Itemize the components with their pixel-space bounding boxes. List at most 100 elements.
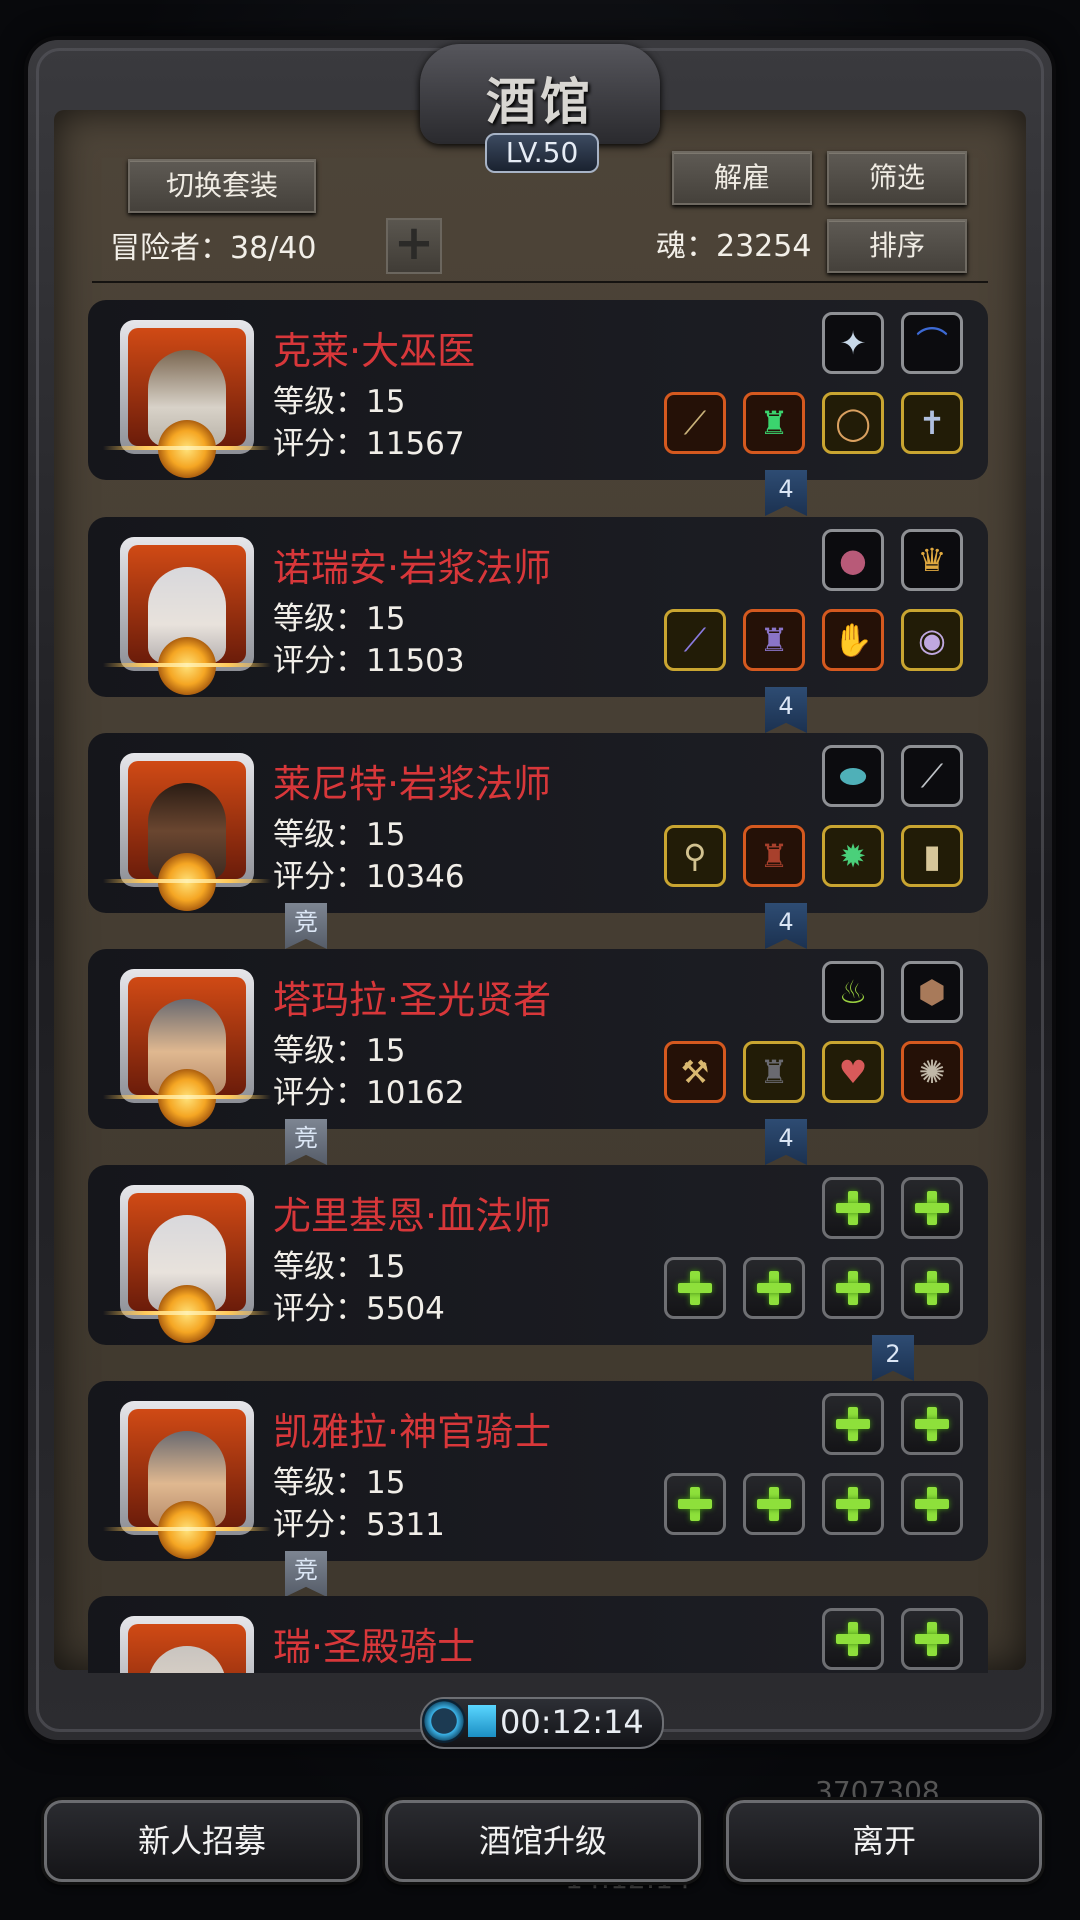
lantern-icon: ♨ [838, 973, 868, 1011]
hero-card[interactable]: 凯雅拉·神官骑士 等级：15 评分：5311 [88, 1381, 988, 1561]
ring-slot[interactable]: ◯ [822, 392, 884, 454]
set-count-tag: 4 [765, 1119, 807, 1165]
empty-equipment-slot[interactable] [743, 1473, 805, 1535]
eye-slot[interactable]: ◉ [901, 609, 963, 671]
empty-equipment-slot[interactable] [901, 1608, 963, 1670]
staff-slot[interactable]: ⟋ [664, 392, 726, 454]
robe-slot[interactable]: ♜ [743, 1041, 805, 1103]
header-divider [92, 281, 988, 283]
hero-level: 等级：15 [273, 601, 406, 637]
bracer-icon: ✹ [839, 837, 867, 875]
bow-slot[interactable]: ⌒ [901, 312, 963, 374]
recruit-button[interactable]: 新人招募 [44, 1800, 360, 1882]
bow-icon: ⌒ [915, 324, 948, 362]
add-icon [757, 1487, 791, 1521]
hero-card[interactable]: 莱尼特·岩浆法师 等级：15 评分：10346 ⬬ ⟋ ⚲ ♜ ✹ ▮ [88, 733, 988, 913]
hero-score: 评分：11567 [273, 426, 465, 462]
trophy-slot[interactable]: ♛ [901, 529, 963, 591]
switch-outfit-button[interactable]: 切换套装 [128, 159, 316, 213]
hero-score: 评分：11503 [273, 643, 465, 679]
shield-icon: ⬢ [918, 973, 946, 1011]
eye-icon: ◉ [918, 621, 946, 659]
add-icon [915, 1622, 949, 1656]
set-count-tag: 2 [872, 1335, 914, 1381]
hero-card[interactable]: 诺瑞安·岩浆法师 等级：15 评分：11503 ● ♛ ⟋ ♜ ✋ ◉ [88, 517, 988, 697]
timer-progress-fill [468, 1705, 496, 1737]
hero-card[interactable]: 尤里基恩·血法师 等级：15 评分：5504 [88, 1165, 988, 1345]
tavern-upgrade-button[interactable]: 酒馆升级 [385, 1800, 701, 1882]
empty-equipment-slot[interactable] [901, 1177, 963, 1239]
hero-level: 等级：15 [273, 384, 406, 420]
gem-slot[interactable]: ⬬ [822, 745, 884, 807]
lantern-slot[interactable]: ♨ [822, 961, 884, 1023]
filter-button[interactable]: 筛选 [827, 151, 967, 205]
hero-level: 等级：15 [273, 1465, 406, 1501]
gauntlet-slot[interactable]: ✋ [822, 609, 884, 671]
armor-slot[interactable]: ♜ [743, 609, 805, 671]
set-count-tag: 4 [765, 903, 807, 949]
add-icon [836, 1271, 870, 1305]
tavern-level-badge: LV.50 [485, 133, 599, 173]
empty-equipment-slot[interactable] [664, 1257, 726, 1319]
gem-icon: ⬬ [839, 757, 867, 795]
empty-equipment-slot[interactable] [901, 1393, 963, 1455]
empty-equipment-slot[interactable] [743, 1257, 805, 1319]
necklace-slot[interactable]: ♥ [822, 1041, 884, 1103]
trophy-icon: ♛ [917, 541, 947, 579]
shield-slot[interactable]: ⬢ [901, 961, 963, 1023]
hero-list[interactable]: 克莱·大巫医 等级：15 评分：11567 ✦ ⌒ ⟋ ♜ ◯ ✝ 4 诺瑞安·… [88, 296, 988, 1673]
add-icon [757, 1271, 791, 1305]
empty-equipment-slot[interactable] [822, 1473, 884, 1535]
mace-slot[interactable]: ⚲ [664, 825, 726, 887]
hero-score: 评分：5504 [273, 1291, 445, 1327]
set-count-tag: 4 [765, 687, 807, 733]
clock-icon [422, 1699, 466, 1743]
relic-icon: ✝ [918, 404, 946, 442]
scepter-slot[interactable]: ⟋ [664, 609, 726, 671]
empty-equipment-slot[interactable] [901, 1257, 963, 1319]
gauntlet-icon: ✋ [833, 621, 873, 659]
armor-icon: ♜ [759, 621, 789, 659]
robe-icon: ♜ [759, 1053, 789, 1091]
bracer-slot[interactable]: ✹ [822, 825, 884, 887]
dismiss-button[interactable]: 解雇 [672, 151, 812, 205]
scroll-slot[interactable]: ▮ [901, 825, 963, 887]
sort-button[interactable]: 排序 [827, 219, 967, 273]
hero-portrait[interactable] [120, 1616, 254, 1673]
hero-name: 尤里基恩·血法师 [273, 1194, 552, 1238]
scroll-icon: ▮ [923, 837, 941, 875]
staff-icon: ⟋ [683, 404, 707, 442]
scepter-icon: ⟋ [683, 621, 707, 659]
amulet-slot[interactable]: ✦ [822, 312, 884, 374]
hero-name: 诺瑞安·岩浆法师 [273, 546, 552, 590]
leave-button[interactable]: 离开 [726, 1800, 1042, 1882]
empty-equipment-slot[interactable] [822, 1177, 884, 1239]
armor-slot[interactable]: ♜ [743, 392, 805, 454]
buckler-slot[interactable]: ✺ [901, 1041, 963, 1103]
hero-level: 等级：15 [273, 1033, 406, 1069]
empty-equipment-slot[interactable] [901, 1473, 963, 1535]
mace-icon: ⚲ [683, 837, 707, 875]
add-icon [836, 1407, 870, 1441]
hero-name: 莱尼特·岩浆法师 [273, 762, 552, 806]
empty-equipment-slot[interactable] [822, 1393, 884, 1455]
hammer-slot[interactable]: ⚒ [664, 1041, 726, 1103]
add-icon [836, 1191, 870, 1225]
add-icon [915, 1271, 949, 1305]
add-adventurer-slot-button[interactable]: + [386, 218, 442, 274]
orb-icon: ● [839, 541, 867, 579]
relic-slot[interactable]: ✝ [901, 392, 963, 454]
empty-equipment-slot[interactable] [822, 1257, 884, 1319]
hero-card[interactable]: 克莱·大巫医 等级：15 评分：11567 ✦ ⌒ ⟋ ♜ ◯ ✝ [88, 300, 988, 480]
empty-equipment-slot[interactable] [664, 1473, 726, 1535]
add-icon [678, 1487, 712, 1521]
empty-equipment-slot[interactable] [822, 1608, 884, 1670]
hero-score: 评分：10346 [273, 859, 465, 895]
armor-slot[interactable]: ♜ [743, 825, 805, 887]
add-icon [678, 1271, 712, 1305]
hero-card[interactable]: 塔玛拉·圣光贤者 等级：15 评分：10162 ♨ ⬢ ⚒ ♜ ♥ ✺ [88, 949, 988, 1129]
orb-slot[interactable]: ● [822, 529, 884, 591]
hero-card[interactable]: 瑞·圣殿骑士 [88, 1596, 988, 1673]
dagger-slot[interactable]: ⟋ [901, 745, 963, 807]
hero-rank-emblem [103, 853, 271, 911]
